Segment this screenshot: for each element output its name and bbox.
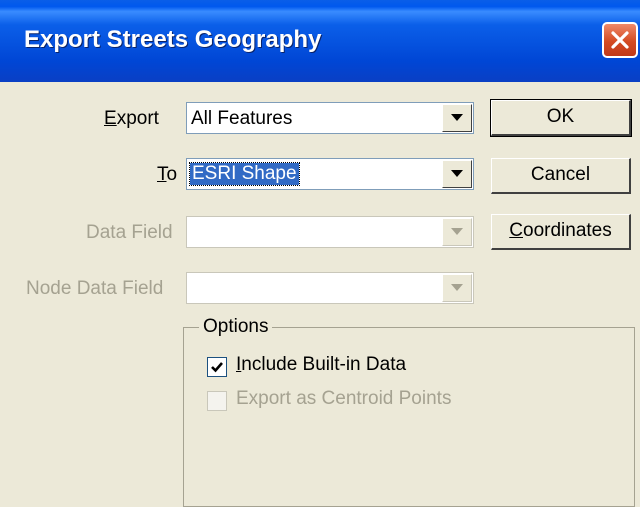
export-centroid-checkbox [207,391,227,411]
include-builtin-label[interactable]: Include Built-in Data [236,354,406,376]
data-field-dropdown-button [442,218,472,246]
export-centroid-label: Export as Centroid Points [236,388,452,409]
to-label: To [157,164,178,185]
export-dropdown-button[interactable] [442,104,472,132]
export-label: Export [104,108,159,129]
options-legend: Options [199,316,273,338]
dialog-body: Export All Features To ESRI Shape Data F… [0,82,640,507]
title-bar[interactable]: Export Streets Geography [0,0,640,82]
export-select[interactable]: All Features [186,102,474,134]
to-select-value: ESRI Shape [189,162,300,186]
to-select[interactable]: ESRI Shape [186,158,474,190]
export-select-value: All Features [191,108,293,129]
include-builtin-checkbox[interactable] [207,357,227,377]
node-data-field-dropdown-button [442,274,472,302]
cancel-button[interactable]: Cancel [491,158,631,194]
coordinates-button[interactable]: Coordinates [491,214,631,250]
node-data-field-label: Node Data Field [26,278,164,299]
node-data-field-select [186,272,474,304]
data-field-select [186,216,474,248]
export-streets-dialog: Export Streets Geography Export All Feat… [0,0,640,507]
window-title: Export Streets Geography [24,26,322,53]
close-button[interactable] [602,22,638,58]
data-field-label: Data Field [86,222,173,243]
to-dropdown-button[interactable] [442,160,472,188]
ok-button[interactable]: OK [490,99,632,137]
